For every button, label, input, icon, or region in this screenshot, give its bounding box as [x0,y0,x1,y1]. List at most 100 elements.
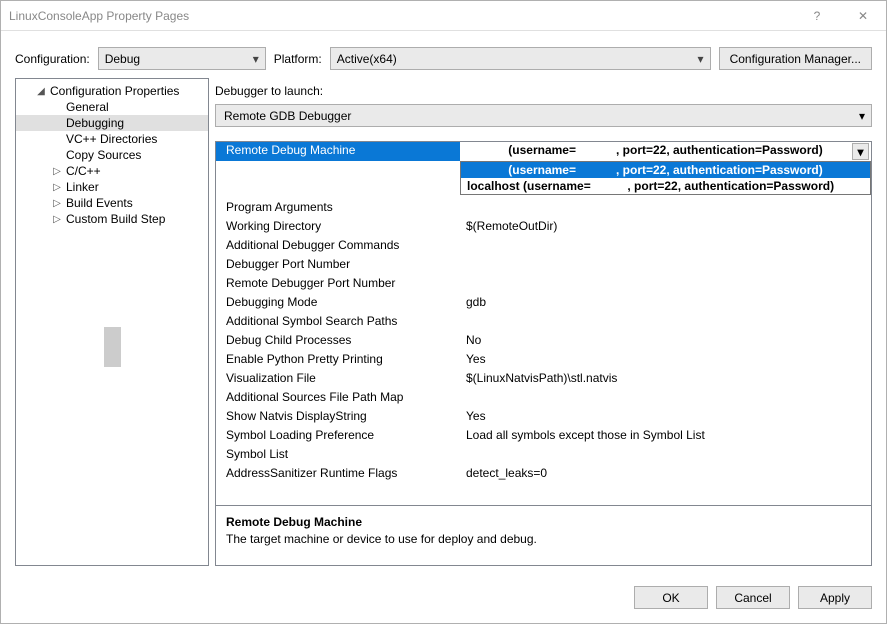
property-row[interactable]: AddressSanitizer Runtime Flagsdetect_lea… [216,465,871,484]
property-name: Show Natvis DisplayString [216,408,460,427]
property-value[interactable]: No [460,332,871,351]
property-row[interactable]: Visualization File$(LinuxNatvisPath)\stl… [216,370,871,389]
configuration-label: Configuration: [15,52,90,66]
tree-item[interactable]: •Debugging [16,115,208,131]
property-value[interactable]: gdb [460,294,871,313]
tree-item[interactable]: •General [16,99,208,115]
help-button[interactable]: ? [794,1,840,31]
expander-closed-icon[interactable]: ▷ [50,198,64,209]
tree-item-label: General [64,100,109,114]
debugger-launch-combo[interactable]: Remote GDB Debugger ▾ [215,104,872,127]
property-name: Additional Debugger Commands [216,237,460,256]
property-row[interactable]: Debugger Port Number [216,256,871,275]
configuration-manager-button[interactable]: Configuration Manager... [719,47,872,70]
expander-closed-icon[interactable]: ▷ [50,182,64,193]
tree-item-label: Debugging [64,116,124,130]
window-title: LinuxConsoleApp Property Pages [9,9,189,23]
tree-item-label: Custom Build Step [64,212,165,226]
property-value[interactable]: detect_leaks=0 [460,465,871,484]
tree-root-label: Configuration Properties [48,84,179,98]
apply-button[interactable]: Apply [798,586,872,609]
property-value[interactable]: (username= , port=22, authentication=Pas… [460,142,871,161]
expander-none-icon: • [50,134,64,145]
property-name: Visualization File [216,370,460,389]
tree-item[interactable]: ▷Linker [16,179,208,195]
debugger-launch-label: Debugger to launch: [215,78,872,104]
property-value[interactable]: Yes [460,351,871,370]
property-grid: Remote Debug Machine (username= , port=2… [215,141,872,566]
property-pages-window: LinuxConsoleApp Property Pages ? ✕ Confi… [0,0,887,624]
property-name: Debug Child Processes [216,332,460,351]
property-value[interactable] [460,199,871,218]
debugger-launch-value: Remote GDB Debugger [224,109,351,123]
tree-item[interactable]: •VC++ Directories [16,131,208,147]
tree-item[interactable]: •Copy Sources [16,147,208,163]
cancel-button[interactable]: Cancel [716,586,790,609]
dropdown-button[interactable]: ▾ [852,143,869,160]
property-row[interactable]: Additional Sources File Path Map [216,389,871,408]
property-grid-body[interactable]: Remote Debug Machine (username= , port=2… [216,142,871,505]
button-row: OK Cancel Apply [1,576,886,623]
property-name: Additional Sources File Path Map [216,389,460,408]
close-button[interactable]: ✕ [840,1,886,31]
property-value[interactable] [460,237,871,256]
property-row[interactable]: Additional Symbol Search Paths [216,313,871,332]
property-row[interactable]: Program Arguments [216,199,871,218]
property-value[interactable] [460,256,871,275]
property-value[interactable]: Load all symbols except those in Symbol … [460,427,871,446]
tree-item[interactable]: ▷Build Events [16,195,208,211]
expander-none-icon: • [50,102,64,113]
property-name: Remote Debugger Port Number [216,275,460,294]
ok-button[interactable]: OK [634,586,708,609]
property-row-selected[interactable]: Remote Debug Machine (username= , port=2… [216,142,871,161]
category-tree[interactable]: ◢ Configuration Properties •General•Debu… [15,78,209,566]
property-row[interactable]: Show Natvis DisplayStringYes [216,408,871,427]
dropdown-option[interactable]: (username= , port=22, authentication=Pas… [461,162,870,178]
dropdown-panel: (username= , port=22, authentication=Pas… [460,161,871,195]
expander-none-icon: • [50,118,64,129]
expander-closed-icon[interactable]: ▷ [50,214,64,225]
chevron-down-icon: ▾ [698,52,704,66]
property-name: Working Directory [216,218,460,237]
property-value[interactable] [460,446,871,465]
property-row[interactable]: Additional Debugger Commands [216,237,871,256]
description-title: Remote Debug Machine [226,514,861,531]
platform-combo[interactable]: Active(x64) ▾ [330,47,711,70]
scrollbar-thumb[interactable] [104,327,121,367]
property-value[interactable]: Yes [460,408,871,427]
platform-value: Active(x64) [337,52,397,66]
property-value[interactable] [460,275,871,294]
property-row[interactable]: Working Directory$(RemoteOutDir) [216,218,871,237]
property-row[interactable]: Debug Child ProcessesNo [216,332,871,351]
tree-item[interactable]: ▷C/C++ [16,163,208,179]
property-name: Debugger Port Number [216,256,460,275]
property-value[interactable]: $(RemoteOutDir) [460,218,871,237]
property-row[interactable]: Remote Debugger Port Number [216,275,871,294]
tree-item-label: C/C++ [64,164,101,178]
expander-open-icon[interactable]: ◢ [34,86,48,97]
property-row[interactable]: Symbol Loading PreferenceLoad all symbol… [216,427,871,446]
tree-item-label: Linker [64,180,99,194]
chevron-down-icon: ▾ [857,145,863,159]
property-value[interactable] [460,389,871,408]
titlebar: LinuxConsoleApp Property Pages ? ✕ [1,1,886,31]
property-name: Additional Symbol Search Paths [216,313,460,332]
property-name: Program Arguments [216,199,460,218]
property-row[interactable]: Debugging Modegdb [216,294,871,313]
dropdown-option[interactable]: localhost (username= , port=22, authenti… [461,178,870,194]
property-name: Symbol List [216,446,460,465]
tree-root[interactable]: ◢ Configuration Properties [16,83,208,99]
property-value[interactable]: $(LinuxNatvisPath)\stl.natvis [460,370,871,389]
platform-label: Platform: [274,52,322,66]
description-body: The target machine or device to use for … [226,531,861,548]
configuration-combo[interactable]: Debug ▾ [98,47,266,70]
expander-closed-icon[interactable]: ▷ [50,166,64,177]
property-value[interactable] [460,313,871,332]
property-name: Remote Debug Machine [216,142,460,161]
help-icon: ? [814,9,821,23]
tree-item[interactable]: ▷Custom Build Step [16,211,208,227]
description-panel: Remote Debug Machine The target machine … [216,505,871,565]
property-name: Enable Python Pretty Printing [216,351,460,370]
property-row[interactable]: Symbol List [216,446,871,465]
property-row[interactable]: Enable Python Pretty PrintingYes [216,351,871,370]
